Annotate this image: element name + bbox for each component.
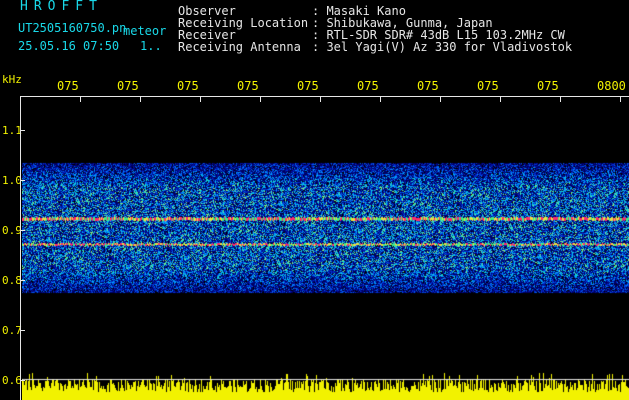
- freq-tick: 1.0: [2, 174, 22, 187]
- time-tick-mark: [260, 96, 261, 102]
- antenna-label: Receiving Antenna: [178, 40, 301, 54]
- date-time-value: 1..: [140, 39, 162, 53]
- freq-tick-mark: [20, 230, 25, 231]
- time-tick-mark: [560, 96, 561, 102]
- freq-tick: 1.1: [2, 124, 22, 137]
- spectrogram: [22, 97, 629, 400]
- time-tick-mark: [380, 96, 381, 102]
- time-tick: 075: [117, 79, 139, 93]
- freq-tick: 0.9: [2, 224, 22, 237]
- time-tick: 075: [177, 79, 199, 93]
- meteor-label: meteor: [123, 24, 167, 38]
- time-tick: 075: [237, 79, 259, 93]
- time-tick-mark: [620, 96, 621, 102]
- time-tick: 075: [477, 79, 499, 93]
- file-name: UT2505160750.pn: [18, 21, 127, 35]
- date-time: 25.05.16 07:50: [18, 39, 120, 53]
- time-tick-mark: [80, 96, 81, 102]
- freq-tick-mark: [20, 180, 25, 181]
- time-tick: 075: [57, 79, 79, 93]
- freq-tick: 0.7: [2, 324, 22, 337]
- freq-tick-mark: [20, 130, 25, 131]
- time-tick: 075: [297, 79, 319, 93]
- waterfall-canvas: [22, 97, 629, 400]
- time-tick-mark: [500, 96, 501, 102]
- frame-left: [20, 96, 21, 400]
- freq-tick: 0.6: [2, 374, 22, 387]
- freq-tick-mark: [20, 280, 25, 281]
- time-tick-mark: [200, 96, 201, 102]
- freq-tick-mark: [20, 330, 25, 331]
- freq-tick: 0.8: [2, 274, 22, 287]
- freq-unit-label: kHz: [2, 73, 22, 86]
- app-logo: HROFFT: [20, 0, 103, 14]
- freq-tick-mark: [20, 380, 25, 381]
- time-tick-mark: [440, 96, 441, 102]
- time-tick-mark: [320, 96, 321, 102]
- time-tick: 075: [537, 79, 559, 93]
- time-tick: 075: [357, 79, 379, 93]
- time-tick-mark: [140, 96, 141, 102]
- time-tick: 075: [417, 79, 439, 93]
- time-tick: 0800: [597, 79, 626, 93]
- antenna-value: : 3el Yagi(V) Az 330 for Vladivostok: [312, 40, 573, 54]
